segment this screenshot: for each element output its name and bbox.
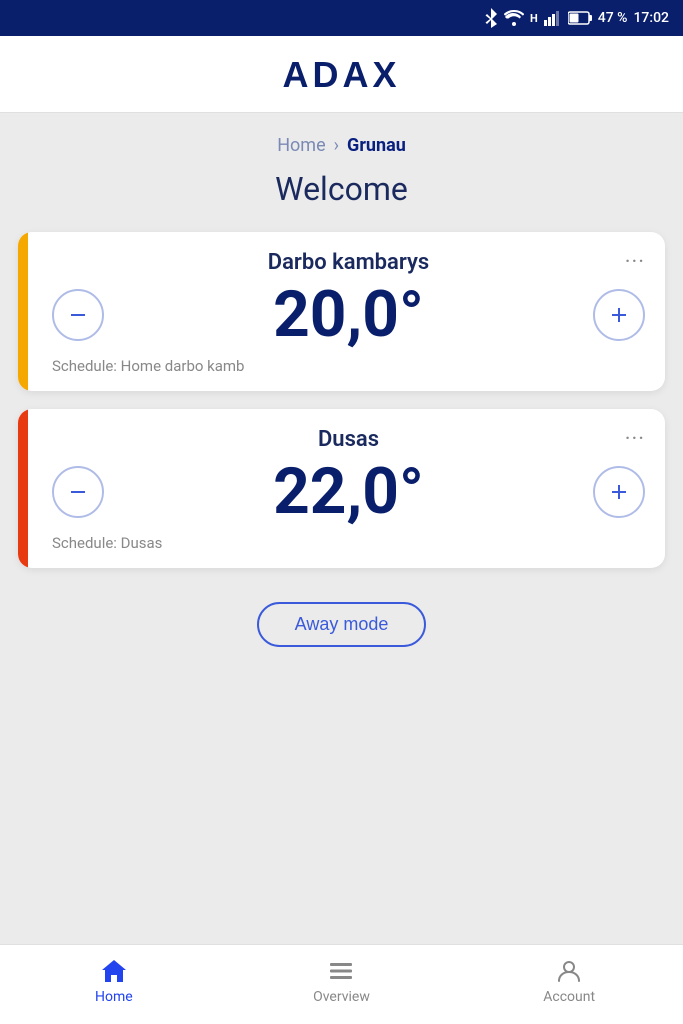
dusas-increase-button[interactable] xyxy=(593,466,645,518)
nav-home-label: Home xyxy=(95,989,133,1005)
darbo-decrease-button[interactable] xyxy=(52,289,104,341)
away-mode-container: Away mode xyxy=(0,586,683,671)
card-accent-darbo xyxy=(18,232,28,391)
card-dusas-name: Dusas xyxy=(52,427,645,452)
home-icon xyxy=(100,957,128,985)
overview-icon xyxy=(327,957,355,985)
battery-icon xyxy=(568,11,592,25)
card-dusas-controls: 22,0° xyxy=(52,460,645,524)
breadcrumb-home[interactable]: Home xyxy=(277,135,325,156)
breadcrumb-current: Grunau xyxy=(347,135,406,156)
main-content: Home › Grunau Welcome Darbo kambarys ···… xyxy=(0,113,683,944)
status-icons: H 47 % 17:02 xyxy=(484,8,669,28)
wifi-icon xyxy=(504,10,524,26)
card-darbo-header: Darbo kambarys ··· xyxy=(52,250,645,275)
clock: 17:02 xyxy=(633,10,669,26)
card-accent-dusas xyxy=(18,409,28,568)
nav-overview-label: Overview xyxy=(313,989,370,1005)
nav-item-home[interactable]: Home xyxy=(74,957,154,1005)
status-bar: H 47 % 17:02 xyxy=(0,0,683,36)
bottom-nav: Home Overview Account xyxy=(0,944,683,1024)
dusas-temperature: 22,0° xyxy=(273,460,424,524)
room-card-dusas: Dusas ··· 22,0° Schedule: Dusas xyxy=(18,409,665,568)
breadcrumb-separator: › xyxy=(334,135,339,156)
breadcrumb: Home › Grunau xyxy=(0,113,683,170)
nav-account-label: Account xyxy=(543,989,595,1005)
app-logo: ADAX xyxy=(282,54,400,96)
welcome-title: Welcome xyxy=(0,170,683,208)
battery-percent: 47 % xyxy=(598,10,628,26)
signal-h-icon: H xyxy=(530,12,538,25)
card-dusas-content: Dusas ··· 22,0° Schedule: Dusas xyxy=(52,427,645,552)
darbo-increase-button[interactable] xyxy=(593,289,645,341)
dusas-schedule: Schedule: Dusas xyxy=(52,534,645,552)
dusas-decrease-button[interactable] xyxy=(52,466,104,518)
card-dusas-header: Dusas ··· xyxy=(52,427,645,452)
away-mode-button[interactable]: Away mode xyxy=(257,602,427,647)
card-darbo-name: Darbo kambarys xyxy=(52,250,645,275)
card-darbo-controls: 20,0° xyxy=(52,283,645,347)
app-header: ADAX xyxy=(0,36,683,113)
darbo-temperature: 20,0° xyxy=(273,283,424,347)
card-dusas-menu[interactable]: ··· xyxy=(625,427,645,452)
card-darbo-content: Darbo kambarys ··· 20,0° Schedule: Hom xyxy=(52,250,645,375)
account-icon xyxy=(555,957,583,985)
bluetooth-icon xyxy=(484,8,498,28)
room-card-darbo: Darbo kambarys ··· 20,0° Schedule: Hom xyxy=(18,232,665,391)
signal-bars-icon xyxy=(544,10,562,26)
nav-item-account[interactable]: Account xyxy=(529,957,609,1005)
nav-item-overview[interactable]: Overview xyxy=(301,957,381,1005)
darbo-schedule: Schedule: Home darbo kamb xyxy=(52,357,645,375)
card-darbo-menu[interactable]: ··· xyxy=(625,250,645,275)
